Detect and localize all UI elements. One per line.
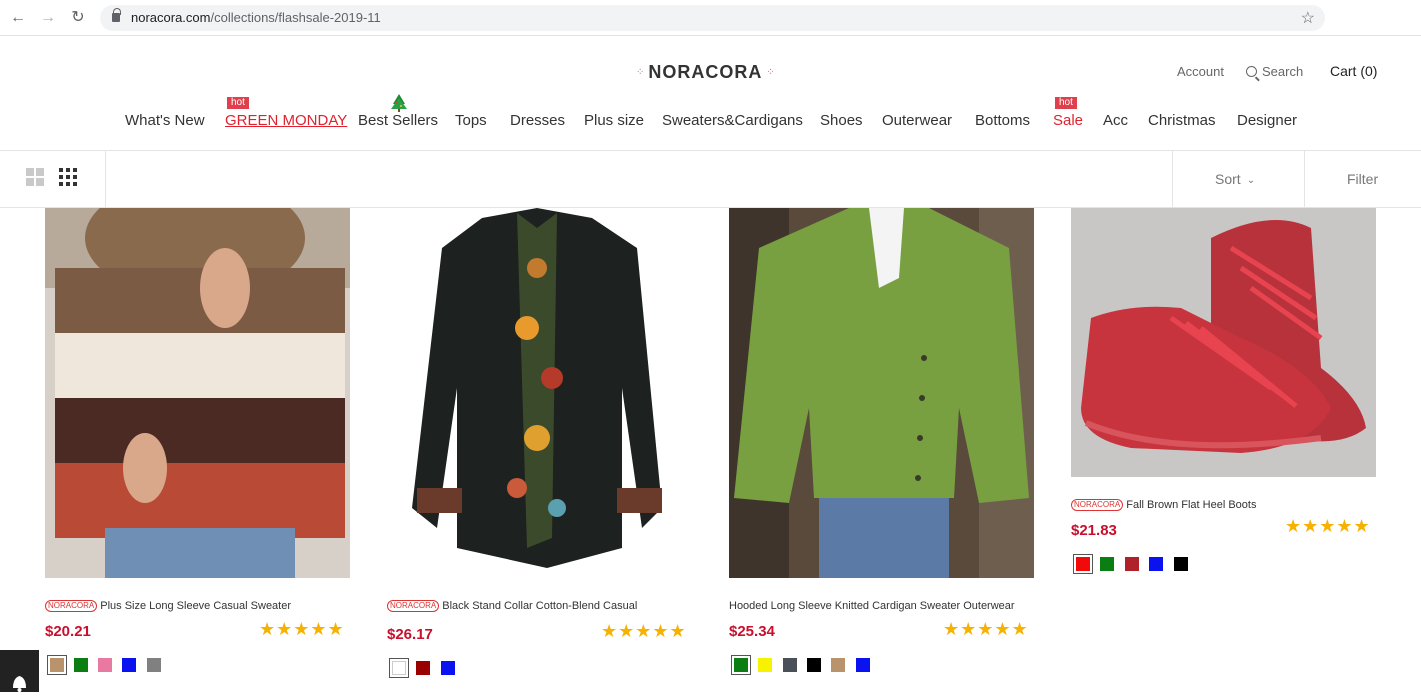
- site-logo[interactable]: ⁘ NORACORA ⁘: [636, 60, 775, 84]
- color-swatch[interactable]: [47, 655, 67, 675]
- logo-left-dots-icon: ⁘: [636, 66, 645, 78]
- product-title-text: Plus Size Long Sleeve Casual Sweater: [100, 600, 292, 612]
- color-swatch[interactable]: [1100, 557, 1114, 571]
- nav-whats-new[interactable]: What's New: [125, 112, 205, 129]
- rating-stars: ★★★★★: [601, 621, 687, 641]
- bell-icon: [13, 676, 26, 692]
- header-divider: [0, 150, 1421, 151]
- search-label: Search: [1262, 64, 1304, 79]
- color-swatch[interactable]: [831, 658, 845, 672]
- nav-sale[interactable]: Sale: [1053, 112, 1083, 129]
- sort-label: Sort: [1215, 171, 1241, 187]
- hot-badge: hot: [1055, 97, 1077, 109]
- christmas-tree-icon: [391, 94, 407, 112]
- url-text: noracora.com/collections/flashsale-2019-…: [131, 10, 381, 25]
- account-link[interactable]: Account: [1177, 64, 1224, 79]
- rating-stars: ★★★★★: [259, 619, 345, 639]
- product-price: $25.34: [729, 623, 775, 640]
- three-column-grid-icon[interactable]: [59, 168, 77, 186]
- sort-button[interactable]: Sort ⌄: [1215, 171, 1255, 187]
- product-image[interactable]: [1071, 208, 1376, 477]
- product-title[interactable]: NORACORA Plus Size Long Sleeve Casual Swe…: [45, 600, 291, 612]
- color-swatch[interactable]: [1125, 557, 1139, 571]
- color-swatch[interactable]: [1149, 557, 1163, 571]
- color-swatch[interactable]: [416, 661, 430, 675]
- nav-green-monday[interactable]: GREEN MONDAY: [225, 112, 347, 129]
- toolbar-separator: [1172, 151, 1173, 207]
- green-cardigan-image: [729, 208, 1034, 578]
- logo-right-dots-icon: ⁘: [766, 66, 775, 78]
- address-bar[interactable]: noracora.com/collections/flashsale-2019-…: [100, 5, 1325, 31]
- rating-stars: ★★★★★: [1285, 516, 1371, 536]
- search-link[interactable]: Search: [1246, 64, 1303, 79]
- product-title-text: Hooded Long Sleeve Knitted Cardigan Swea…: [729, 600, 1015, 612]
- product-title[interactable]: Hooded Long Sleeve Knitted Cardigan Swea…: [729, 600, 1015, 612]
- search-icon: [1246, 66, 1257, 77]
- color-swatch[interactable]: [98, 658, 112, 672]
- brand-tag: NORACORA: [387, 600, 440, 612]
- cart-link[interactable]: Cart (0): [1330, 63, 1377, 79]
- nav-best-sellers[interactable]: Best Sellers: [358, 112, 438, 129]
- color-swatch[interactable]: [122, 658, 136, 672]
- product-price: $21.83: [1071, 522, 1117, 539]
- chevron-down-icon: ⌄: [1246, 175, 1256, 186]
- product-title-text: Black Stand Collar Cotton-Blend Casual: [442, 600, 638, 612]
- nav-dresses[interactable]: Dresses: [510, 112, 565, 129]
- product-title[interactable]: NORACORA Fall Brown Flat Heel Boots: [1071, 499, 1256, 511]
- color-swatch[interactable]: [74, 658, 88, 672]
- nav-acc[interactable]: Acc: [1103, 112, 1128, 129]
- rating-stars: ★★★★★: [943, 619, 1029, 639]
- lock-icon: [112, 8, 121, 22]
- floral-cardigan-image: [387, 208, 692, 578]
- toolbar-separator: [1304, 151, 1305, 207]
- color-swatch[interactable]: [389, 658, 409, 678]
- nav-bottoms[interactable]: Bottoms: [975, 112, 1030, 129]
- logo-text: NORACORA: [648, 61, 763, 82]
- back-arrow-icon[interactable]: ←: [8, 8, 28, 28]
- product-price: $20.21: [45, 623, 91, 640]
- two-column-grid-icon[interactable]: [26, 168, 44, 186]
- toolbar-separator: [105, 151, 106, 207]
- color-swatch[interactable]: [1174, 557, 1188, 571]
- nav-sweaters-cardigans[interactable]: Sweaters&Cardigans: [662, 112, 803, 129]
- nav-tops[interactable]: Tops: [455, 112, 487, 129]
- reload-icon[interactable]: ↻: [68, 8, 88, 28]
- nav-plus-size[interactable]: Plus size: [584, 112, 644, 129]
- color-swatch[interactable]: [441, 661, 455, 675]
- notification-button[interactable]: [0, 650, 39, 692]
- color-swatch[interactable]: [807, 658, 821, 672]
- color-swatch[interactable]: [856, 658, 870, 672]
- color-swatch[interactable]: [147, 658, 161, 672]
- striped-sweater-image: [45, 208, 350, 578]
- hot-badge: hot: [227, 97, 249, 109]
- browser-toolbar: ← → ↻ noracora.com/collections/flashsale…: [0, 0, 1421, 36]
- red-boots-image: [1071, 208, 1376, 477]
- nav-christmas[interactable]: Christmas: [1148, 112, 1216, 129]
- color-swatch[interactable]: [1073, 554, 1093, 574]
- color-swatch[interactable]: [783, 658, 797, 672]
- product-image[interactable]: [45, 208, 350, 578]
- nav-outerwear[interactable]: Outerwear: [882, 112, 952, 129]
- product-title[interactable]: NORACORA Black Stand Collar Cotton-Blend …: [387, 600, 637, 612]
- color-swatch[interactable]: [758, 658, 772, 672]
- product-image[interactable]: [387, 208, 692, 578]
- forward-arrow-icon[interactable]: →: [38, 8, 58, 28]
- nav-designer[interactable]: Designer: [1237, 112, 1297, 129]
- nav-shoes[interactable]: Shoes: [820, 112, 863, 129]
- color-swatch[interactable]: [731, 655, 751, 675]
- product-title-text: Fall Brown Flat Heel Boots: [1126, 499, 1257, 511]
- bookmark-star-icon[interactable]: ☆: [1301, 8, 1315, 28]
- product-price: $26.17: [387, 626, 433, 643]
- brand-tag: NORACORA: [1071, 499, 1124, 511]
- product-image[interactable]: [729, 208, 1034, 578]
- filter-button[interactable]: Filter: [1347, 171, 1378, 187]
- brand-tag: NORACORA: [45, 600, 98, 612]
